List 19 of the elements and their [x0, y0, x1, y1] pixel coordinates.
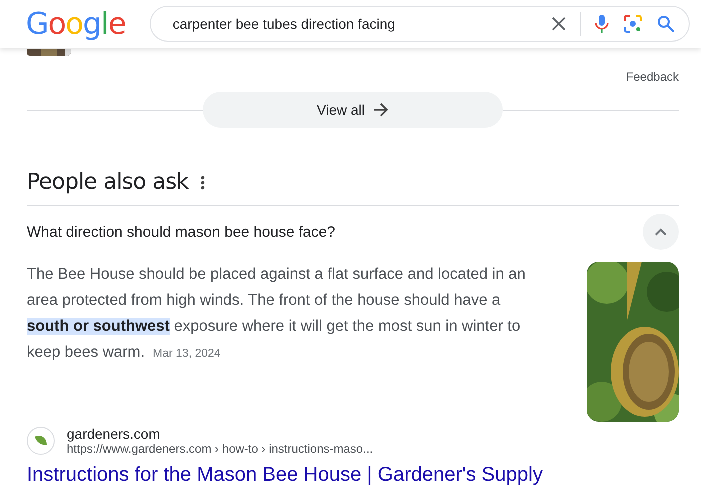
google-logo[interactable]: Google [26, 6, 126, 42]
microphone-icon[interactable] [594, 14, 609, 34]
site-name: gardeners.com [67, 426, 162, 442]
chevron-icon [655, 228, 667, 236]
more-icon[interactable] [200, 176, 205, 190]
camera-icon[interactable] [622, 14, 643, 34]
result-url: https://www.gardeners.com › how-to › instructions-maso... [67, 442, 374, 456]
section-title: People also ask [27, 170, 189, 195]
answer-date: Mar 13, 2024 [153, 348, 221, 360]
view-all-button[interactable]: View all [203, 92, 503, 128]
close-icon[interactable] [552, 17, 566, 31]
question[interactable]: What direction should mason bee house face? [27, 224, 336, 240]
answer-text: The Bee House should be placed against a flat surface and located in an area protected from high winds. The front of the house should have a south or southwest exposure where it will get the most sun in winter to keep bees warm. Mar 13, 2024 [27, 265, 527, 363]
search-icon[interactable] [656, 15, 675, 33]
arrow-icon [373, 103, 389, 117]
leaf-icon [34, 434, 48, 448]
search-bar[interactable]: carpenter bee tubes direction facing [150, 6, 690, 42]
feedback-link[interactable]: Feedback [626, 70, 679, 84]
result-title-link[interactable]: Instructions for the Mason Bee House | Gardener's Supply [27, 464, 679, 487]
